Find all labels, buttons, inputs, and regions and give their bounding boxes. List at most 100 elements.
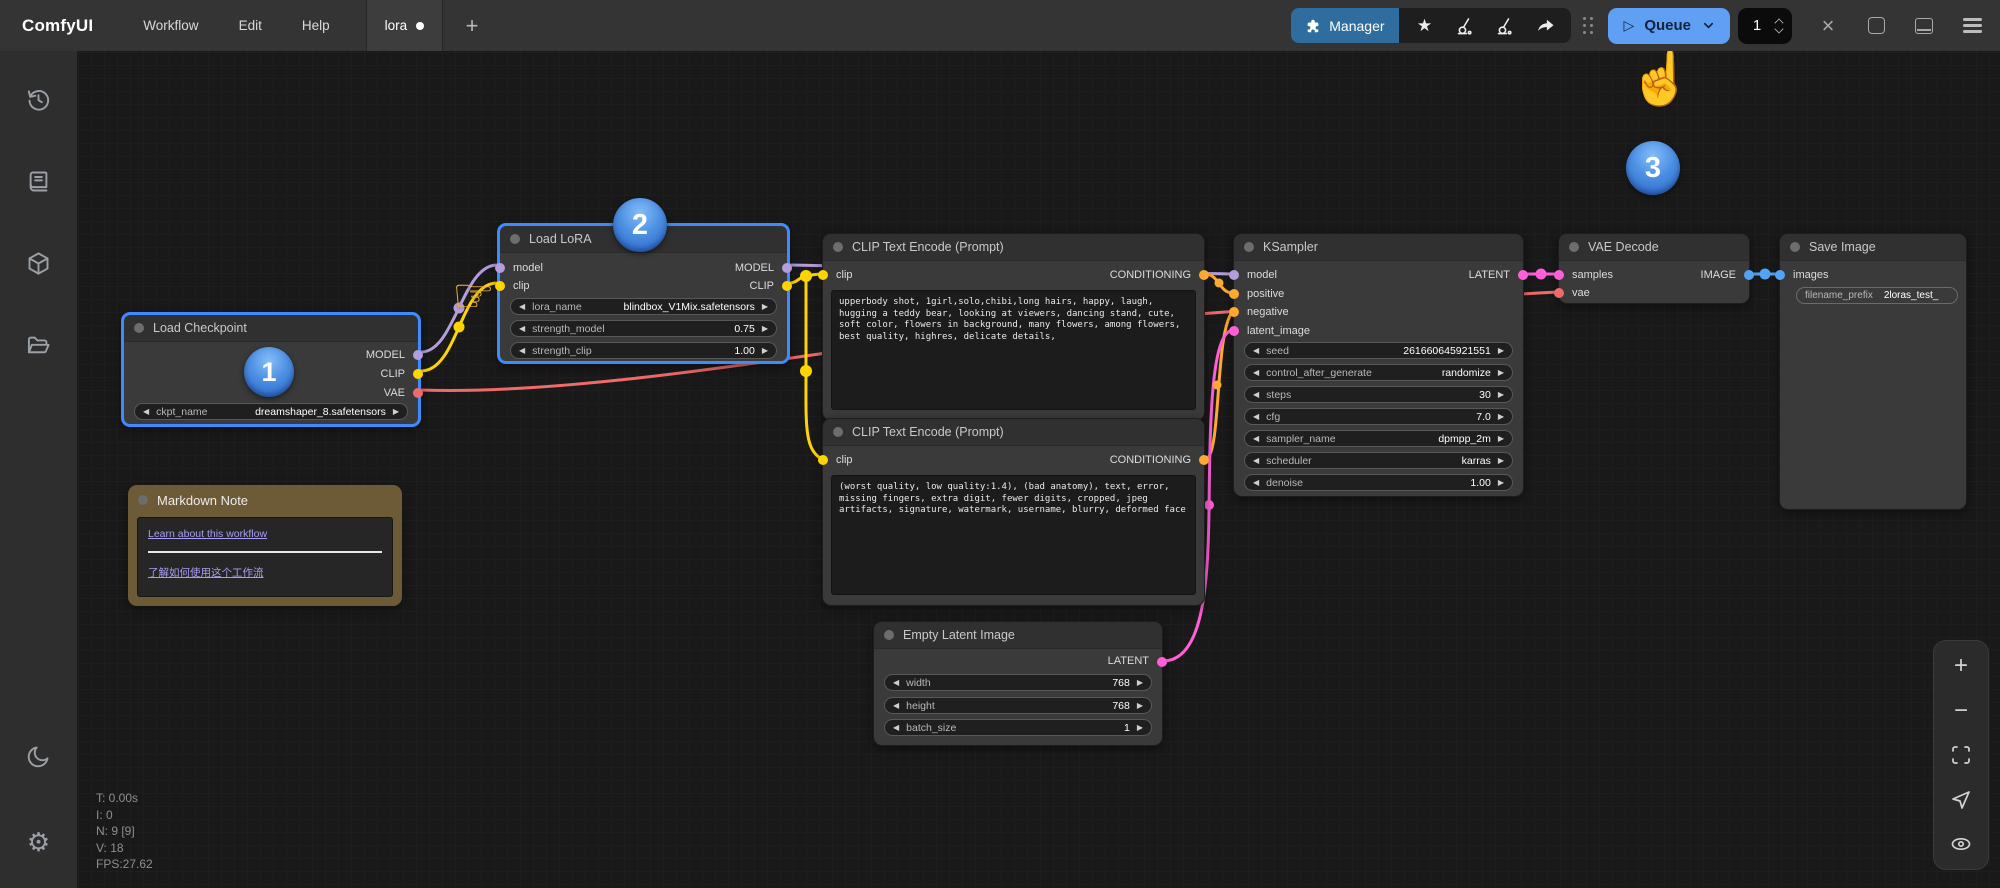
collapse-dot-icon[interactable] xyxy=(833,427,843,437)
widget-left-arrow-icon[interactable]: ◀ xyxy=(1253,457,1259,465)
vacuum-icon-1[interactable] xyxy=(1447,11,1483,41)
input-port-negative[interactable] xyxy=(1229,307,1239,317)
share-icon[interactable] xyxy=(1527,11,1563,41)
collapse-dot-icon[interactable] xyxy=(1244,242,1254,252)
theme-toggle-moon-icon[interactable] xyxy=(19,736,59,776)
widget-steps[interactable]: ◀ steps 30 ▶ xyxy=(1244,386,1513,403)
widget-left-arrow-icon[interactable]: ◀ xyxy=(1253,369,1259,377)
widget-left-arrow-icon[interactable]: ◀ xyxy=(519,347,525,355)
widget-right-arrow-icon[interactable]: ▶ xyxy=(1137,724,1143,732)
node-empty-latent-image[interactable]: Empty Latent Image LATENT ◀ width 768 ▶ … xyxy=(873,621,1163,746)
collapse-dot-icon[interactable] xyxy=(833,242,843,252)
workflow-docs-link-zh[interactable]: 了解如何使用这个工作流 xyxy=(148,565,382,580)
input-port-clip[interactable] xyxy=(495,281,505,291)
widget-cfg[interactable]: ◀ cfg 7.0 ▶ xyxy=(1244,408,1513,425)
zoom-out-button[interactable]: − xyxy=(1946,696,1976,726)
node-markdown-note[interactable]: Markdown Note Learn about this workflow … xyxy=(128,485,402,606)
widget-left-arrow-icon[interactable]: ◀ xyxy=(519,325,525,333)
widget-height[interactable]: ◀ height 768 ▶ xyxy=(884,697,1152,714)
widget-right-arrow-icon[interactable]: ▶ xyxy=(1137,679,1143,687)
widget-left-arrow-icon[interactable]: ◀ xyxy=(1253,435,1259,443)
widget-batch-size[interactable]: ◀ batch_size 1 ▶ xyxy=(884,719,1152,736)
node-header[interactable]: Load Checkpoint xyxy=(124,315,418,342)
input-port-clip[interactable] xyxy=(818,270,828,280)
output-port-conditioning[interactable] xyxy=(1199,270,1209,280)
widget-left-arrow-icon[interactable]: ◀ xyxy=(1253,479,1259,487)
widget-filename-prefix[interactable]: filename_prefix 2loras_test_ xyxy=(1796,287,1958,304)
widget-right-arrow-icon[interactable]: ▶ xyxy=(1498,479,1504,487)
widget-left-arrow-icon[interactable]: ◀ xyxy=(1253,347,1259,355)
select-mode-button[interactable] xyxy=(1946,785,1976,815)
widget-scheduler[interactable]: ◀ scheduler karras ▶ xyxy=(1244,452,1513,469)
widget-right-arrow-icon[interactable]: ▶ xyxy=(1498,413,1504,421)
chevron-down-icon[interactable] xyxy=(1774,27,1786,34)
menu-edit[interactable]: Edit xyxy=(229,12,272,39)
new-workflow-button[interactable]: + xyxy=(457,13,487,39)
widget-left-arrow-icon[interactable]: ◀ xyxy=(893,702,899,710)
node-library-icon[interactable] xyxy=(19,161,59,201)
input-port-images[interactable] xyxy=(1775,270,1785,280)
widget-right-arrow-icon[interactable]: ▶ xyxy=(1498,435,1504,443)
output-port-conditioning[interactable] xyxy=(1199,455,1209,465)
node-vae-decode[interactable]: VAE Decode samples vae IMAGE xyxy=(1558,233,1750,304)
widget-left-arrow-icon[interactable]: ◀ xyxy=(893,679,899,687)
workflows-folder-icon[interactable] xyxy=(19,325,59,365)
workflow-docs-link-en[interactable]: Learn about this workflow xyxy=(148,528,382,540)
widget-lora-name[interactable]: ◀ lora_name blindbox_V1Mix.safetensors ▶ xyxy=(510,298,777,315)
queue-button[interactable]: ▷ Queue xyxy=(1608,8,1730,44)
widget-ckpt-name[interactable]: ◀ ckpt_name dreamshaper_8.safetensors ▶ xyxy=(134,403,408,420)
widget-strength-clip[interactable]: ◀ strength_clip 1.00 ▶ xyxy=(510,342,777,359)
node-save-image[interactable]: Save Image images filename_prefix 2loras… xyxy=(1779,233,1967,510)
widget-right-arrow-icon[interactable]: ▶ xyxy=(762,325,768,333)
widget-right-arrow-icon[interactable]: ▶ xyxy=(1498,391,1504,399)
widget-right-arrow-icon[interactable]: ▶ xyxy=(762,347,768,355)
node-header[interactable]: CLIP Text Encode (Prompt) xyxy=(823,234,1204,261)
bottom-panel-icon[interactable] xyxy=(1912,14,1936,38)
input-port-positive[interactable] xyxy=(1229,289,1239,299)
widget-denoise[interactable]: ◀ denoise 1.00 ▶ xyxy=(1244,474,1513,491)
widget-width[interactable]: ◀ width 768 ▶ xyxy=(884,674,1152,691)
prompt-textarea[interactable]: (worst quality, low quality:1.4), (bad a… xyxy=(831,475,1196,595)
queue-history-icon[interactable] xyxy=(19,79,59,119)
widget-right-arrow-icon[interactable]: ▶ xyxy=(1137,702,1143,710)
node-clip-text-encode-positive[interactable]: CLIP Text Encode (Prompt) clip CONDITION… xyxy=(822,233,1205,421)
node-header[interactable]: Save Image xyxy=(1780,234,1966,261)
output-port-image[interactable] xyxy=(1744,270,1754,280)
zoom-in-button[interactable]: + xyxy=(1946,651,1976,681)
fit-view-button[interactable] xyxy=(1946,740,1976,770)
input-port-latent-image[interactable] xyxy=(1229,326,1239,336)
settings-gear-icon[interactable]: ⚙ xyxy=(19,822,59,862)
output-port-clip[interactable] xyxy=(413,369,423,379)
collapse-dot-icon[interactable] xyxy=(138,495,148,505)
node-header[interactable]: Markdown Note xyxy=(128,485,402,515)
widget-sampler-name[interactable]: ◀ sampler_name dpmpp_2m ▶ xyxy=(1244,430,1513,447)
output-port-latent[interactable] xyxy=(1157,657,1167,667)
node-clip-text-encode-negative[interactable]: CLIP Text Encode (Prompt) clip CONDITION… xyxy=(822,418,1205,606)
widget-right-arrow-icon[interactable]: ▶ xyxy=(1498,457,1504,465)
chevron-up-icon[interactable] xyxy=(1774,18,1786,25)
manager-button[interactable]: Manager xyxy=(1291,8,1398,43)
input-port-model[interactable] xyxy=(1229,270,1239,280)
model-library-icon[interactable] xyxy=(19,243,59,283)
collapse-dot-icon[interactable] xyxy=(884,630,894,640)
input-port-clip[interactable] xyxy=(818,455,828,465)
node-ksampler[interactable]: KSampler model positive negative latent_… xyxy=(1233,233,1524,497)
menu-help[interactable]: Help xyxy=(292,12,340,39)
input-port-model[interactable] xyxy=(495,263,505,273)
vacuum-icon-2[interactable] xyxy=(1487,11,1523,41)
widget-left-arrow-icon[interactable]: ◀ xyxy=(143,408,149,416)
widget-left-arrow-icon[interactable]: ◀ xyxy=(893,724,899,732)
toolbar-drag-handle-icon[interactable] xyxy=(1583,17,1594,35)
toggle-link-visibility-eye-button[interactable] xyxy=(1946,829,1976,859)
widget-left-arrow-icon[interactable]: ◀ xyxy=(519,303,525,311)
clear-queue-icon[interactable]: × xyxy=(1816,14,1840,38)
widget-right-arrow-icon[interactable]: ▶ xyxy=(393,408,399,416)
widget-seed[interactable]: ◀ seed 261660645921551 ▶ xyxy=(1244,342,1513,359)
workflow-tab[interactable]: lora xyxy=(366,0,444,51)
widget-strength-model[interactable]: ◀ strength_model 0.75 ▶ xyxy=(510,320,777,337)
stepper-arrows[interactable] xyxy=(1774,18,1786,34)
output-port-model[interactable] xyxy=(413,350,423,360)
menu-workflow[interactable]: Workflow xyxy=(133,12,208,39)
input-port-vae[interactable] xyxy=(1554,288,1564,298)
collapse-dot-icon[interactable] xyxy=(1790,242,1800,252)
